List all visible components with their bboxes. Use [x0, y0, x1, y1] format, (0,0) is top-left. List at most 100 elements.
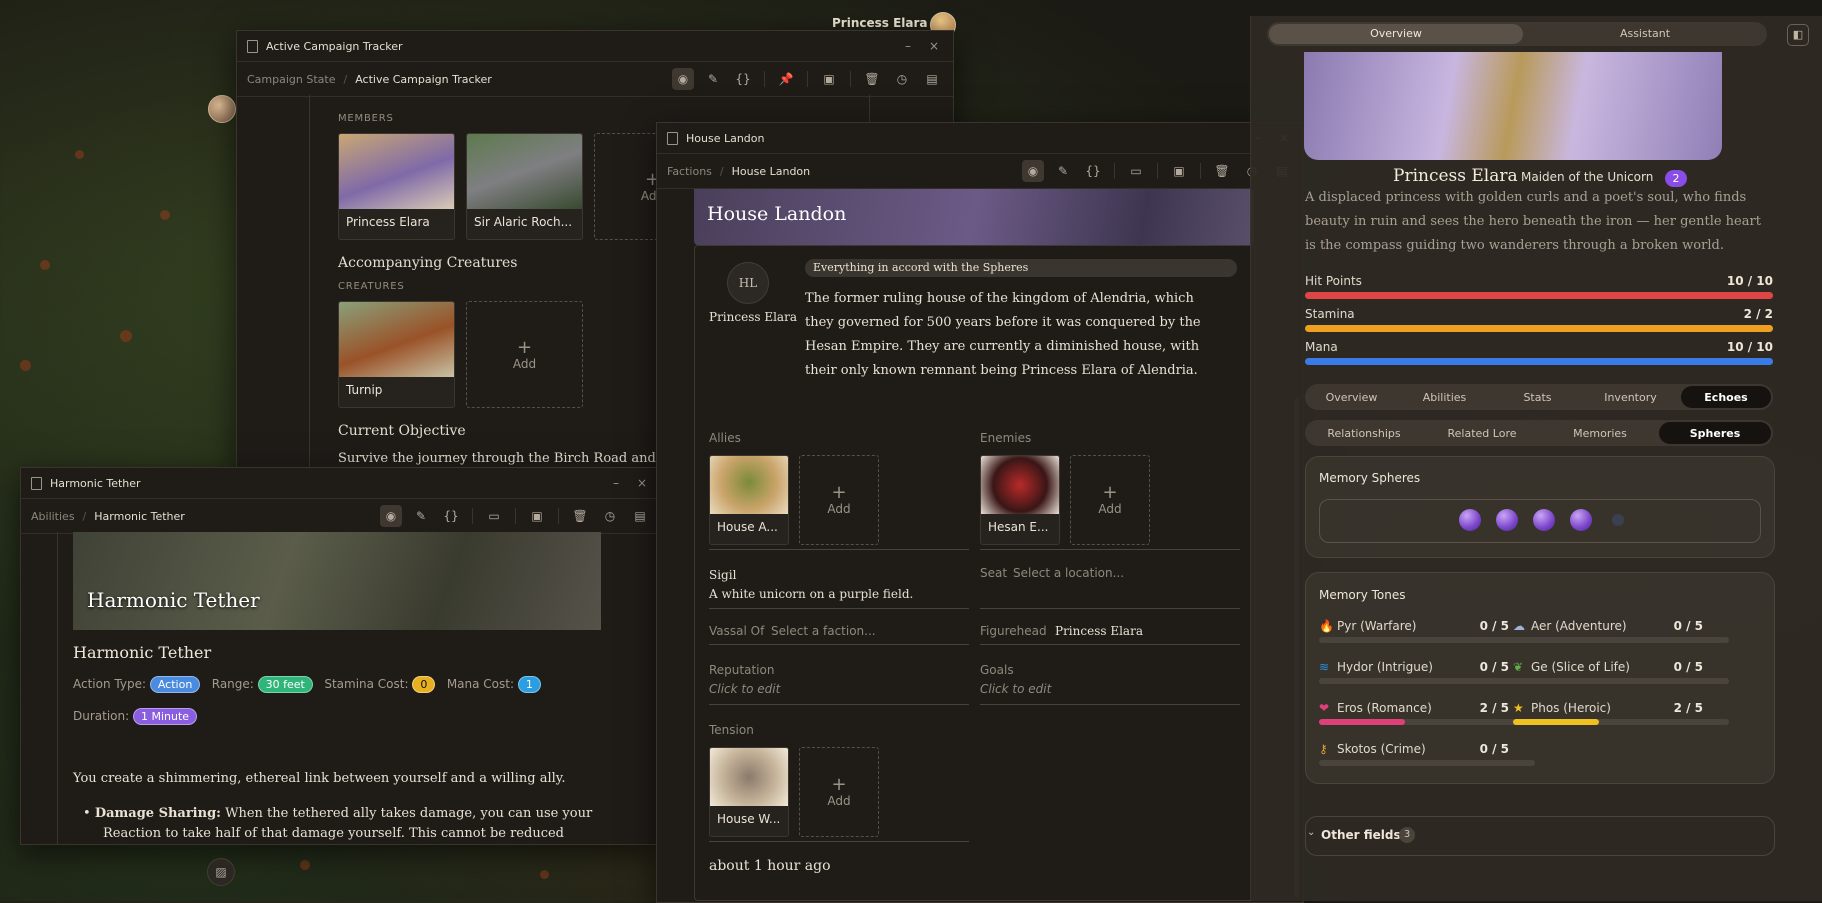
avatar-initials: HL	[738, 276, 758, 290]
braces-icon[interactable]: {}	[732, 68, 754, 90]
add-creature-button[interactable]: + Add	[466, 301, 583, 408]
tone-value: 0 / 5	[1479, 660, 1509, 674]
pencil-icon[interactable]: ✎	[1052, 160, 1074, 182]
breadcrumb-parent[interactable]: Campaign State	[247, 73, 335, 86]
subtab-abilities[interactable]: Abilities	[1398, 391, 1491, 404]
creature-name: Turnip	[346, 383, 383, 397]
close-icon[interactable]: ×	[633, 476, 651, 490]
add-ally-button[interactable]: + Add	[799, 455, 879, 545]
member-name: Sir Alaric Roch...	[474, 215, 573, 229]
stat-label: Stamina	[1305, 307, 1355, 321]
faction-content: HL Princess Elara Everything in accord w…	[694, 245, 1256, 901]
sigil-value[interactable]: A white unicorn on a purple field.	[709, 587, 913, 601]
layout-icon[interactable]: ▣	[818, 68, 840, 90]
minimize-icon[interactable]: –	[607, 476, 625, 490]
add-tension-button[interactable]: + Add	[799, 747, 879, 837]
pencil-icon[interactable]: ✎	[410, 505, 432, 527]
subtab-stats[interactable]: Stats	[1491, 391, 1584, 404]
wind-icon: ☁	[1513, 619, 1525, 633]
ally-name: House A...	[717, 520, 778, 534]
memory-sphere-empty[interactable]	[1612, 514, 1624, 526]
divider	[709, 841, 969, 842]
window-titlebar[interactable]: Active Campaign Tracker – ×	[237, 31, 953, 62]
history-icon[interactable]: ◷	[891, 68, 913, 90]
breadcrumb-parent[interactable]: Factions	[667, 165, 712, 178]
reputation-field[interactable]: Click to edit	[709, 682, 780, 696]
eye-icon[interactable]: ◉	[380, 505, 402, 527]
tone-fill	[1319, 719, 1406, 725]
subtab-spheres[interactable]: Spheres	[1659, 427, 1771, 440]
subtab-relationships[interactable]: Relationships	[1305, 427, 1423, 440]
history-icon[interactable]: ◷	[599, 505, 621, 527]
window-titlebar[interactable]: House Landon – ×	[657, 123, 1303, 154]
subtab-echoes[interactable]: Echoes	[1681, 391, 1771, 404]
reputation-label: Reputation	[709, 663, 775, 677]
seat-label: Seat	[980, 566, 1008, 580]
bullet-text: When the tethered ally takes damage, you…	[225, 806, 593, 821]
vassal-select[interactable]: Select a faction...	[771, 624, 876, 638]
memory-sphere-filled[interactable]	[1496, 509, 1518, 531]
ally-card[interactable]: House A...	[709, 455, 789, 545]
trash-icon[interactable]: 🗑	[569, 505, 591, 527]
save-icon[interactable]: ▤	[921, 68, 943, 90]
pencil-icon[interactable]: ✎	[702, 68, 724, 90]
subtab-overview[interactable]: Overview	[1305, 391, 1398, 404]
seat-select[interactable]: Select a location...	[1013, 566, 1124, 580]
members-label: MEMBERS	[338, 113, 394, 124]
panel-toggle-icon[interactable]: ◧	[1787, 24, 1809, 46]
eye-icon[interactable]: ◉	[1022, 160, 1044, 182]
enemy-card[interactable]: Hesan E...	[980, 455, 1060, 545]
faction-avatar[interactable]: HL	[727, 262, 769, 304]
add-label: Add	[1098, 502, 1122, 516]
braces-icon[interactable]: {}	[440, 505, 462, 527]
subtab-related-lore[interactable]: Related Lore	[1423, 427, 1541, 440]
pin-icon[interactable]: 📌	[775, 68, 797, 90]
breadcrumb-current: Active Campaign Tracker	[355, 72, 492, 86]
layout-icon[interactable]: ▣	[526, 505, 548, 527]
member-card[interactable]: Sir Alaric Roch...	[466, 133, 583, 240]
subtab-memories[interactable]: Memories	[1541, 427, 1659, 440]
goals-field[interactable]: Click to edit	[980, 682, 1051, 696]
tension-card[interactable]: House W...	[709, 747, 789, 837]
trash-icon[interactable]: 🗑	[1211, 160, 1233, 182]
image-icon: ▨	[215, 865, 227, 879]
motto-field[interactable]: Everything in accord with the Spheres	[805, 259, 1237, 277]
tone-value: 0 / 5	[1479, 742, 1509, 756]
creature-card[interactable]: Turnip	[338, 301, 455, 408]
memory-sphere-filled[interactable]	[1459, 509, 1481, 531]
stat-value: 2 / 2	[1743, 307, 1773, 321]
window-titlebar[interactable]: Harmonic Tether – ×	[21, 468, 661, 499]
bullet-text-continued: Reaction to take half of that damage you…	[103, 826, 564, 841]
memory-sphere-filled[interactable]	[1533, 509, 1555, 531]
divider	[709, 608, 969, 609]
member-card[interactable]: Princess Elara	[338, 133, 455, 240]
window-title: Active Campaign Tracker	[266, 39, 403, 53]
memory-sphere-filled[interactable]	[1570, 509, 1592, 531]
close-icon[interactable]: ×	[925, 39, 943, 53]
tone-value: 0 / 5	[1673, 660, 1703, 674]
braces-icon[interactable]: {}	[1082, 160, 1104, 182]
layout-icon[interactable]: ▣	[1168, 160, 1190, 182]
folder-icon[interactable]: ▭	[483, 505, 505, 527]
eye-icon[interactable]: ◉	[672, 68, 694, 90]
side-avatar[interactable]	[208, 95, 236, 123]
chevron-down-icon: ⌄	[1307, 827, 1316, 838]
figurehead-value[interactable]: Princess Elara	[1055, 624, 1143, 638]
tab-assistant[interactable]: Assistant	[1523, 27, 1767, 40]
minimize-icon[interactable]: –	[899, 39, 917, 53]
motto-text: Everything in accord with the Spheres	[813, 261, 1029, 274]
image-button[interactable]: ▨	[207, 858, 235, 886]
plus-icon: +	[831, 482, 847, 503]
folder-icon[interactable]: ▭	[1125, 160, 1147, 182]
faction-description: The former ruling house of the kingdom o…	[805, 291, 1201, 378]
trash-icon[interactable]: 🗑	[861, 68, 883, 90]
memory-tones-title: Memory Tones	[1319, 588, 1406, 602]
divider	[709, 644, 969, 645]
add-enemy-button[interactable]: + Add	[1070, 455, 1150, 545]
tone-track	[1319, 678, 1535, 684]
save-icon[interactable]: ▤	[629, 505, 651, 527]
top-user-name: Princess Elara	[832, 16, 928, 30]
breadcrumb-parent[interactable]: Abilities	[31, 510, 75, 523]
subtab-inventory[interactable]: Inventory	[1584, 391, 1677, 404]
bullet-bold: Damage Sharing:	[94, 806, 221, 821]
